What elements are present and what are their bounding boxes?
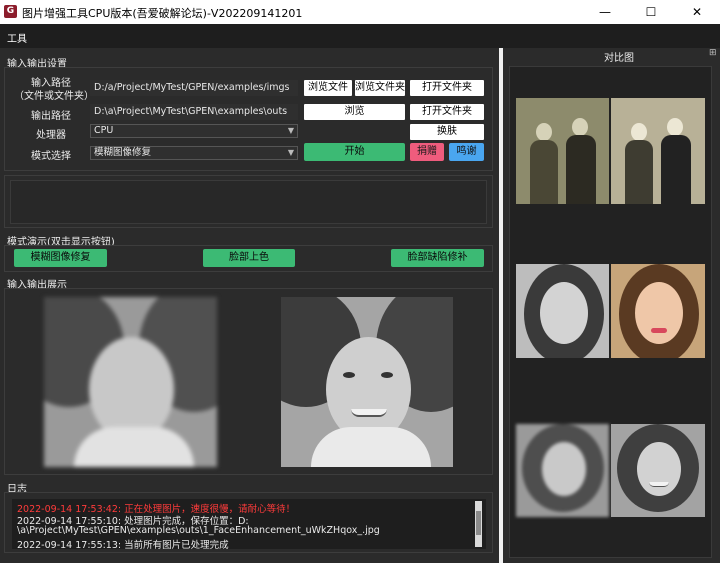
browse-file-button[interactable]: 浏览文件	[304, 80, 352, 96]
browse-output-button[interactable]: 浏览	[304, 104, 405, 120]
processor-value: CPU	[94, 125, 114, 136]
log-scrollbar-thumb[interactable]	[476, 511, 481, 535]
log-textbox[interactable]: 2022-09-14 17:53:42: 正在处理图片，速度很慢，请耐心等待！ …	[12, 499, 486, 551]
output-image	[281, 297, 453, 467]
log-scrollbar[interactable]	[475, 501, 482, 547]
face-shape	[536, 123, 552, 141]
output-path-label: 输出路径	[31, 111, 71, 122]
maximize-button[interactable]: ☐	[628, 0, 674, 24]
mode-select[interactable]: 模糊图像修复 ▼	[90, 146, 298, 160]
face-shape	[637, 442, 681, 496]
mode-value: 模糊图像修复	[94, 147, 152, 158]
face-shape	[635, 282, 683, 344]
compare-old-photo-before	[516, 98, 609, 204]
open-folder-button[interactable]: 打开文件夹	[410, 80, 484, 96]
face-shape	[631, 123, 647, 141]
app-icon: G	[4, 5, 17, 18]
face-shape	[542, 442, 586, 496]
minimize-button[interactable]: —	[582, 0, 628, 24]
menu-bar	[0, 24, 720, 48]
processor-select[interactable]: CPU ▼	[90, 124, 298, 138]
blur-repair-button[interactable]: 模糊图像修复	[14, 249, 107, 267]
thanks-button[interactable]: 鸣谢	[449, 143, 484, 161]
face-shape	[667, 118, 683, 136]
start-button[interactable]: 开始	[304, 143, 405, 161]
float-icon[interactable]: ⊞	[709, 48, 717, 58]
menu-tools[interactable]: 工具	[7, 30, 27, 45]
info-area	[4, 175, 493, 228]
mode-label: 模式选择	[31, 151, 71, 162]
smile-shape	[351, 409, 387, 417]
compare-portrait-after	[611, 264, 705, 358]
eye-shape	[343, 372, 355, 378]
face-colorize-button[interactable]: 脸部上色	[203, 249, 295, 267]
input-image	[44, 297, 217, 467]
compare-child-before	[516, 424, 609, 517]
title-bar: G 图片增强工具CPU版本(吾爱破解论坛)-V202209141201 — ☐ …	[0, 0, 720, 24]
donate-button[interactable]: 捐赠	[410, 143, 444, 161]
chevron-down-icon: ▼	[287, 148, 294, 157]
input-path-sublabel: （文件或文件夹）	[14, 91, 94, 102]
browse-folder-button[interactable]: 浏览文件夹	[355, 80, 405, 96]
face-shape	[572, 118, 588, 136]
face-shape	[540, 282, 588, 344]
skin-button[interactable]: 换肤	[410, 124, 484, 140]
shirt-shape	[74, 427, 194, 467]
open-output-folder-button[interactable]: 打开文件夹	[410, 104, 484, 120]
figure-shape	[661, 135, 691, 204]
output-path-field[interactable]: D:\a\Project\MyTest\GPEN\examples\outs	[90, 104, 298, 120]
log-line: 2022-09-14 17:55:13: 当前所有图片已处理完成	[17, 540, 229, 551]
compare-child-after	[611, 424, 705, 517]
compare-portrait-before	[516, 264, 609, 358]
processor-label: 处理器	[36, 130, 66, 141]
close-button[interactable]: ✕	[674, 0, 720, 24]
smile-shape	[649, 482, 669, 487]
info-inner-box	[10, 180, 487, 224]
eye-shape	[381, 372, 393, 378]
figure-shape	[530, 140, 558, 204]
shirt-shape	[311, 427, 431, 467]
figure-shape	[625, 140, 653, 204]
input-path-field[interactable]: D:/a/Project/MyTest/GPEN/examples/imgs	[90, 80, 298, 96]
log-line: \a\Project\MyTest\GPEN\examples\outs\1_F…	[17, 525, 380, 536]
face-inpaint-button[interactable]: 脸部缺陷修补	[391, 249, 484, 267]
window-title: 图片增强工具CPU版本(吾爱破解论坛)-V202209141201	[22, 7, 303, 20]
figure-shape	[566, 135, 596, 204]
compare-old-photo-after	[611, 98, 705, 204]
compare-title: 对比图	[604, 53, 634, 64]
chevron-down-icon: ▼	[287, 126, 294, 135]
lips-shape	[651, 328, 667, 333]
